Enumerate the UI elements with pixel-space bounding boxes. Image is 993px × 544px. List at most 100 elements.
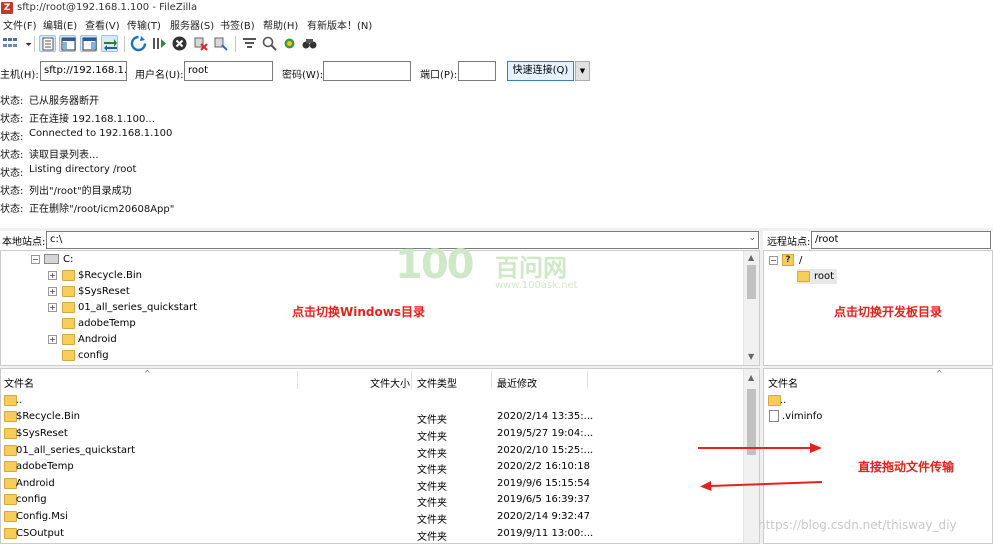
sync-browse-icon[interactable] xyxy=(281,35,298,52)
table-row[interactable]: config 文件夹 2019/6/5 16:39:37 xyxy=(1,491,741,509)
watermark-number: 100 xyxy=(395,242,474,288)
disconnect-icon[interactable] xyxy=(192,35,209,52)
table-row[interactable]: CSOutput 文件夹 2019/9/11 13:00:... xyxy=(1,525,741,543)
column-header-filesize[interactable]: 文件大小 xyxy=(370,375,410,390)
refresh-icon[interactable] xyxy=(130,35,147,52)
folder-icon xyxy=(62,318,75,329)
remote-path-input[interactable]: /root xyxy=(811,231,991,249)
local-path-value: c:\ xyxy=(50,234,63,245)
log-status-label: 状态: xyxy=(0,132,24,143)
brand-watermark: 100 百问网 www.100ask.net xyxy=(395,242,605,298)
tree-folder-row-selected[interactable]: root xyxy=(797,269,837,284)
process-queue-icon[interactable] xyxy=(151,35,168,52)
table-row[interactable]: $SysReset 文件夹 2019/5/27 19:04:... xyxy=(1,425,741,443)
menu-bookmarks[interactable]: 书签(B) xyxy=(220,17,255,32)
toggle-remote-tree-icon[interactable] xyxy=(80,35,97,52)
scroll-down-icon[interactable]: ▼ xyxy=(748,352,754,361)
site-manager-icon[interactable] xyxy=(2,35,19,52)
log-status-label: 状态: xyxy=(0,186,24,197)
column-divider[interactable] xyxy=(491,371,492,389)
local-tree-scrollbar[interactable]: ▲ ▼ xyxy=(743,251,759,365)
toggle-local-tree-icon[interactable] xyxy=(59,35,76,52)
menu-server[interactable]: 服务器(S) xyxy=(170,17,214,32)
username-input[interactable]: root xyxy=(184,61,273,81)
scroll-up-icon[interactable]: ▲ xyxy=(748,253,754,262)
tree-folder-label: Android xyxy=(78,334,117,345)
tree-folder-label: $SysReset xyxy=(78,286,130,297)
menu-new-version[interactable]: 有新版本！(N) xyxy=(307,17,372,32)
column-header-filename[interactable]: 文件名 xyxy=(768,375,798,390)
table-row[interactable]: .. xyxy=(1,392,741,409)
chevron-down-icon[interactable]: ⌄ xyxy=(748,233,756,243)
menu-view[interactable]: 查看(V) xyxy=(85,17,120,32)
file-name: 01_all_series_quickstart xyxy=(16,445,136,456)
watermark-brand: 百问网 xyxy=(495,254,567,282)
file-name: .. xyxy=(780,395,787,406)
filter-icon[interactable] xyxy=(241,35,258,52)
expand-icon[interactable]: + xyxy=(48,287,57,296)
site-manager-dropdown-icon[interactable] xyxy=(20,35,32,52)
table-row[interactable]: Android 文件夹 2019/9/6 15:15:54 xyxy=(1,475,741,493)
scrollbar-thumb[interactable] xyxy=(747,265,756,299)
table-row[interactable]: adobeTemp 文件夹 2020/2/2 16:10:18 xyxy=(1,458,741,476)
port-label: 端口(P): xyxy=(420,70,458,81)
local-site-label: 本地站点: xyxy=(2,237,46,248)
folder-icon xyxy=(62,302,75,313)
table-row[interactable]: .. xyxy=(764,392,984,409)
expand-icon[interactable]: + xyxy=(48,335,57,344)
quickconnect-button[interactable]: 快速连接(Q) xyxy=(507,61,574,81)
title-bar: Z sftp://root@192.168.1.100 - FileZilla xyxy=(0,0,993,17)
file-modified: 2019/6/5 16:39:37 xyxy=(497,494,591,505)
watermark-url: www.100ask.net xyxy=(495,280,578,291)
table-row[interactable]: Config.Msi 文件夹 2020/2/14 9:32:47 xyxy=(1,508,741,526)
file-modified: 2019/9/6 15:15:54 xyxy=(497,478,591,489)
file-modified: 2019/5/27 19:04:... xyxy=(497,428,594,439)
column-divider[interactable] xyxy=(297,371,298,389)
compare-icon[interactable] xyxy=(261,35,278,52)
toolbar xyxy=(0,32,993,56)
table-row[interactable]: .viminfo xyxy=(764,408,984,425)
password-input[interactable] xyxy=(323,61,411,81)
table-row[interactable]: 01_all_series_quickstart 文件夹 2020/2/10 1… xyxy=(1,442,741,460)
local-hint-annotation: 点击切换Windows目录 xyxy=(292,305,425,319)
host-input[interactable]: sftp://192.168.1.1( xyxy=(40,61,127,81)
folder-icon xyxy=(797,271,810,282)
expand-icon[interactable]: + xyxy=(48,303,57,312)
file-type: 文件夹 xyxy=(417,515,447,526)
menu-file[interactable]: 文件(F) xyxy=(3,17,37,32)
log-status-label: 状态: xyxy=(0,114,24,125)
collapse-icon[interactable]: − xyxy=(769,256,778,265)
reconnect-icon[interactable] xyxy=(212,35,229,52)
filezilla-icon: Z xyxy=(1,2,13,14)
search-icon[interactable] xyxy=(301,35,318,52)
column-divider[interactable] xyxy=(587,371,588,389)
scroll-up-icon[interactable]: ▲ xyxy=(748,373,754,382)
quickconnect-dropdown-icon[interactable]: ▼ xyxy=(575,61,590,81)
column-divider[interactable] xyxy=(411,371,412,389)
port-input[interactable] xyxy=(458,61,496,81)
file-name: .viminfo xyxy=(782,411,823,422)
file-type: 文件夹 xyxy=(417,532,447,543)
log-message: Connected to 192.168.1.100 xyxy=(29,128,173,139)
drive-icon xyxy=(44,254,59,264)
expand-icon[interactable]: + xyxy=(48,271,57,280)
file-modified: 2019/9/11 13:00:... xyxy=(497,528,594,539)
table-row[interactable]: $Recycle.Bin 文件夹 2020/2/14 13:35:... xyxy=(1,408,741,426)
log-message: 正在连接 192.168.1.100... xyxy=(29,114,155,125)
column-header-filename[interactable]: 文件名 xyxy=(4,375,34,390)
column-header-filetype[interactable]: 文件类型 xyxy=(417,375,457,390)
toggle-log-icon[interactable] xyxy=(39,35,56,52)
toggle-queue-icon[interactable] xyxy=(101,35,118,52)
column-header-modified[interactable]: 最近修改 xyxy=(497,375,537,390)
arrow-right-icon xyxy=(698,443,822,453)
menu-edit[interactable]: 编辑(E) xyxy=(43,17,77,32)
log-message: 正在删除"/root/icm20608App" xyxy=(29,204,175,215)
tree-folder-label: root xyxy=(814,271,835,282)
file-icon xyxy=(769,410,779,422)
sort-arrow-icon: ^ xyxy=(144,369,151,378)
menu-transfer[interactable]: 传输(T) xyxy=(127,17,161,32)
cancel-icon[interactable] xyxy=(171,35,188,52)
collapse-icon[interactable]: − xyxy=(31,255,40,264)
log-message: 已从服务器断开 xyxy=(29,96,99,107)
menu-help[interactable]: 帮助(H) xyxy=(263,17,298,32)
